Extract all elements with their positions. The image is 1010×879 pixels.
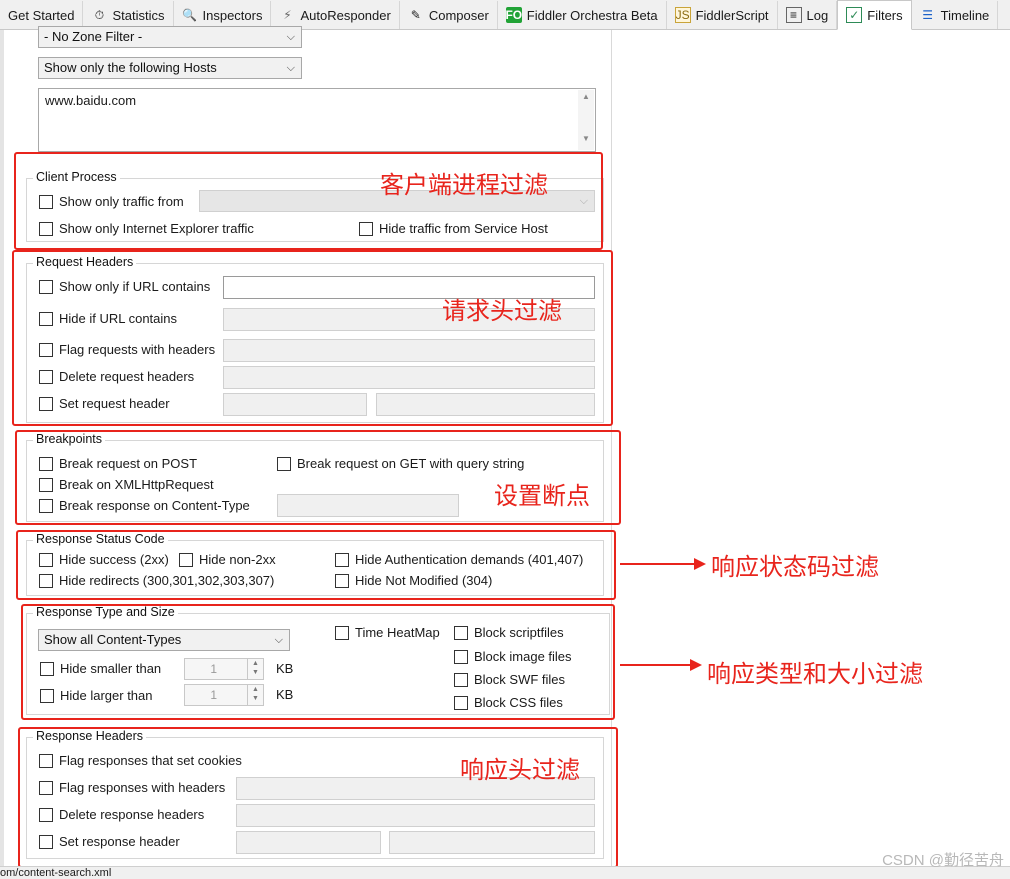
- log-icon: ≡: [785, 7, 802, 23]
- tab-inspectors[interactable]: 🔍 Inspectors: [174, 1, 272, 29]
- host-list-textarea[interactable]: www.baidu.com ▲ ▼: [38, 88, 596, 152]
- stopwatch-icon: ⏱: [94, 7, 105, 22]
- annotation-response-headers: 响应头过滤: [460, 756, 580, 784]
- tab-label: Filters: [867, 7, 903, 23]
- host-list-scrollbar[interactable]: ▲ ▼: [578, 90, 594, 150]
- annotation-box-response-headers: [18, 727, 618, 868]
- chevron-down-icon: ⌵: [286, 62, 295, 74]
- host-list-value: www.baidu.com: [45, 93, 137, 108]
- tab-statistics[interactable]: ⏱ Statistics: [83, 1, 174, 29]
- lightning-icon: ⚡: [283, 8, 292, 22]
- status-text: om/content-search.xml: [0, 867, 112, 879]
- tab-label: Composer: [428, 7, 489, 23]
- pencil-icon: ✎: [410, 8, 421, 22]
- tab-label: Fiddler Orchestra Beta: [526, 7, 658, 23]
- tab-get-started[interactable]: Get Started: [0, 1, 84, 29]
- panel-edge: [0, 30, 4, 870]
- annotation-box-response-type: [21, 604, 615, 720]
- magnifier-icon: 🔍: [182, 8, 197, 22]
- annotation-breakpoints: 设置断点: [494, 482, 590, 510]
- tab-label: Log: [806, 7, 829, 23]
- host-filter-select[interactable]: Show only the following Hosts ⌵: [38, 57, 302, 79]
- annotation-request-headers: 请求头过滤: [442, 297, 562, 325]
- fo-icon: FO: [505, 7, 523, 23]
- tab-composer[interactable]: ✎ Composer: [400, 1, 498, 29]
- arrow-icon: [620, 558, 706, 570]
- tab-label: FiddlerScript: [695, 7, 769, 23]
- tab-timeline[interactable]: ☰ Timeline: [912, 1, 999, 29]
- zone-filter-value: - No Zone Filter -: [44, 29, 143, 44]
- tab-label: AutoResponder: [300, 7, 391, 23]
- scroll-down-icon[interactable]: ▼: [578, 134, 594, 148]
- tab-log[interactable]: ≡ Log: [778, 1, 838, 29]
- tab-label: Timeline: [940, 7, 990, 23]
- tab-label: Get Started: [8, 7, 75, 23]
- annotation-box-response-status: [16, 530, 616, 600]
- annotation-box-request-headers: [12, 250, 613, 426]
- timeline-icon: ☰: [922, 8, 934, 22]
- tab-label: Statistics: [112, 7, 165, 23]
- zone-filter-select[interactable]: - No Zone Filter - ⌵: [38, 26, 302, 48]
- arrow-icon: [620, 659, 702, 671]
- annotation-client-process: 客户端进程过滤: [380, 171, 548, 199]
- tab-filters[interactable]: ✓ Filters: [837, 0, 912, 30]
- tab-fiddler-orchestra[interactable]: FO Fiddler Orchestra Beta: [498, 1, 667, 29]
- annotation-response-status: 响应状态码过滤: [711, 553, 879, 581]
- watermark: CSDN @勤径苦舟: [882, 852, 1004, 869]
- js-icon: JS: [674, 7, 691, 23]
- host-filter-value: Show only the following Hosts: [44, 60, 217, 75]
- tab-label: Inspectors: [202, 7, 263, 23]
- status-bar: om/content-search.xml: [0, 866, 1010, 879]
- annotation-response-type: 响应类型和大小过滤: [707, 660, 923, 688]
- tab-fiddlerscript[interactable]: JS FiddlerScript: [667, 1, 778, 29]
- scroll-up-icon[interactable]: ▲: [578, 92, 594, 106]
- tab-autoresponder[interactable]: ⚡ AutoResponder: [271, 1, 400, 29]
- checkbox-icon: ✓: [846, 7, 863, 23]
- chevron-down-icon: ⌵: [286, 31, 295, 43]
